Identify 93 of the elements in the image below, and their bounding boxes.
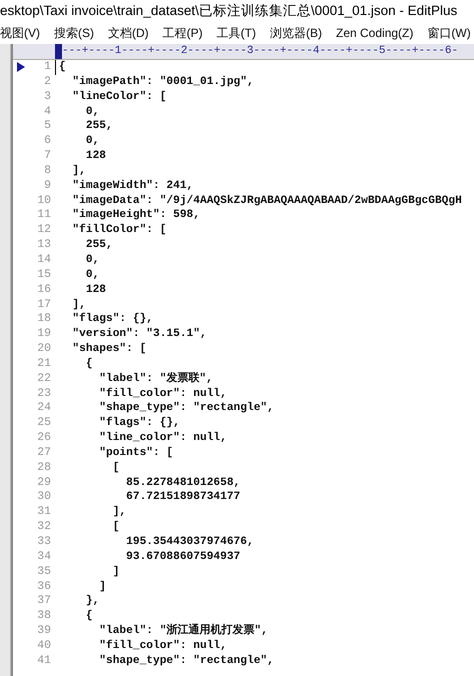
- line-number: 3: [43, 90, 51, 105]
- line-number: 19: [36, 327, 51, 342]
- code-line: 67.72151898734177: [125, 490, 240, 506]
- line-number: 9: [43, 178, 51, 194]
- line-number: 29: [36, 476, 51, 490]
- line-number: 2: [43, 74, 51, 90]
- line-number: 6: [43, 134, 51, 150]
- line-number: 32: [36, 520, 51, 535]
- line-number: 34: [36, 550, 51, 565]
- code-line: "shape_type": "rectangle",: [98, 654, 274, 669]
- menu-item[interactable]: Zen Coding(Z): [326, 26, 418, 40]
- code-line: },: [84, 594, 100, 610]
- code-line: 255,: [84, 119, 113, 134]
- line-number: 27: [36, 446, 51, 461]
- code-line: {: [84, 609, 93, 624]
- line-number: 30: [36, 490, 51, 506]
- line-number: 40: [36, 638, 51, 654]
- line-number: 1: [43, 60, 51, 75]
- code-line: [: [112, 460, 120, 476]
- line-number: 12: [36, 223, 51, 238]
- code-line: 0,: [84, 252, 100, 268]
- menu-item[interactable]: 窗口(W): [417, 24, 474, 42]
- code-line: "label": "发票联",: [98, 372, 213, 387]
- code-line: {: [84, 356, 93, 372]
- line-number: 8: [43, 164, 51, 179]
- code-line: 0,: [84, 104, 100, 120]
- line-number: 16: [36, 282, 51, 298]
- menu-item[interactable]: 文档(D): [98, 24, 153, 42]
- line-number: 36: [36, 580, 51, 594]
- line-number: 28: [36, 460, 51, 476]
- code-line: "shape_type": "rectangle",: [98, 401, 274, 416]
- code-line: ],: [71, 164, 86, 179]
- menu-item[interactable]: 搜索(S): [44, 24, 98, 42]
- code-line: "flags": {},: [71, 312, 153, 328]
- code-line: 85.2278481012658,: [125, 476, 240, 490]
- code-line: 93.67088607594937: [125, 550, 240, 565]
- code-line: "shapes": [: [71, 342, 146, 357]
- code-line: 0,: [84, 268, 100, 283]
- code-line: {: [55, 60, 66, 75]
- line-number: 18: [36, 312, 51, 328]
- line-number: 25: [36, 416, 51, 432]
- line-number: 21: [36, 356, 51, 372]
- line-number: 26: [36, 431, 51, 446]
- window-title: esktop\Taxi invoice\train_dataset\已标注训练集汇总\0001_01.json - EditPlus: [0, 2, 458, 20]
- code-line: 0,: [84, 134, 100, 150]
- line-number: 37: [36, 594, 51, 610]
- line-number: 35: [36, 564, 51, 580]
- code-line: "fill_color": null,: [98, 386, 227, 402]
- code-line: "imagePath": "0001_01.jpg",: [71, 74, 254, 90]
- line-number: 17: [36, 298, 51, 312]
- line-number: 4: [43, 104, 51, 120]
- line-number: 10: [36, 194, 51, 208]
- line-number: 39: [36, 624, 51, 639]
- ruler-cursor: [55, 44, 62, 59]
- code-line: "label": "浙江通用机打发票",: [98, 624, 268, 639]
- column-ruler: ---+----1----+----2----+----3----+----4----+----5----+----6-: [62, 44, 458, 59]
- code-line: "imageWidth": 241,: [71, 178, 194, 194]
- line-number: 31: [36, 505, 51, 520]
- menu-item[interactable]: 工具(T): [206, 24, 260, 42]
- code-line: 195.35443037974676,: [125, 535, 254, 550]
- code-line: ],: [71, 298, 86, 312]
- line-number: 11: [36, 208, 51, 224]
- line-number: 22: [36, 372, 51, 387]
- menu-item[interactable]: 视图(V): [0, 24, 44, 42]
- code-line: ]: [98, 580, 106, 594]
- code-line: 128: [84, 282, 106, 298]
- line-number: 13: [36, 238, 51, 253]
- code-line: "lineColor": [: [71, 90, 166, 105]
- code-line: [: [112, 520, 120, 535]
- code-line: "imageHeight": 598,: [71, 208, 200, 224]
- code-line: 128: [84, 149, 106, 164]
- code-line: "points": [: [98, 446, 174, 461]
- code-line: "version": "3.15.1",: [71, 327, 207, 342]
- line-number: 15: [36, 268, 51, 283]
- menu-item[interactable]: 浏览器(B): [260, 24, 326, 42]
- menu-item[interactable]: 工程(P): [152, 24, 207, 42]
- code-line: "fillColor": [: [71, 223, 166, 238]
- code-line: "fill_color": null,: [98, 638, 227, 654]
- code-line: "flags": {},: [98, 416, 180, 432]
- code-line: "line_color": null,: [98, 431, 227, 446]
- code-line: "imageData": "/9j/4AAQSkZJRgABAQAAAQABAAD/2wBDAAgGBgcGBQgH: [71, 194, 462, 208]
- code-line: ],: [112, 505, 126, 520]
- line-number: 20: [36, 342, 51, 357]
- line-number: 24: [36, 401, 51, 416]
- line-number: 5: [43, 119, 51, 134]
- line-number: 14: [36, 252, 51, 268]
- line-number: 33: [36, 535, 51, 550]
- line-number: 7: [43, 149, 51, 164]
- line-number: 38: [36, 609, 51, 624]
- code-line: ]: [112, 564, 120, 580]
- code-line: 255,: [84, 238, 113, 253]
- line-number: 23: [36, 386, 51, 402]
- line-number: 41: [36, 654, 51, 669]
